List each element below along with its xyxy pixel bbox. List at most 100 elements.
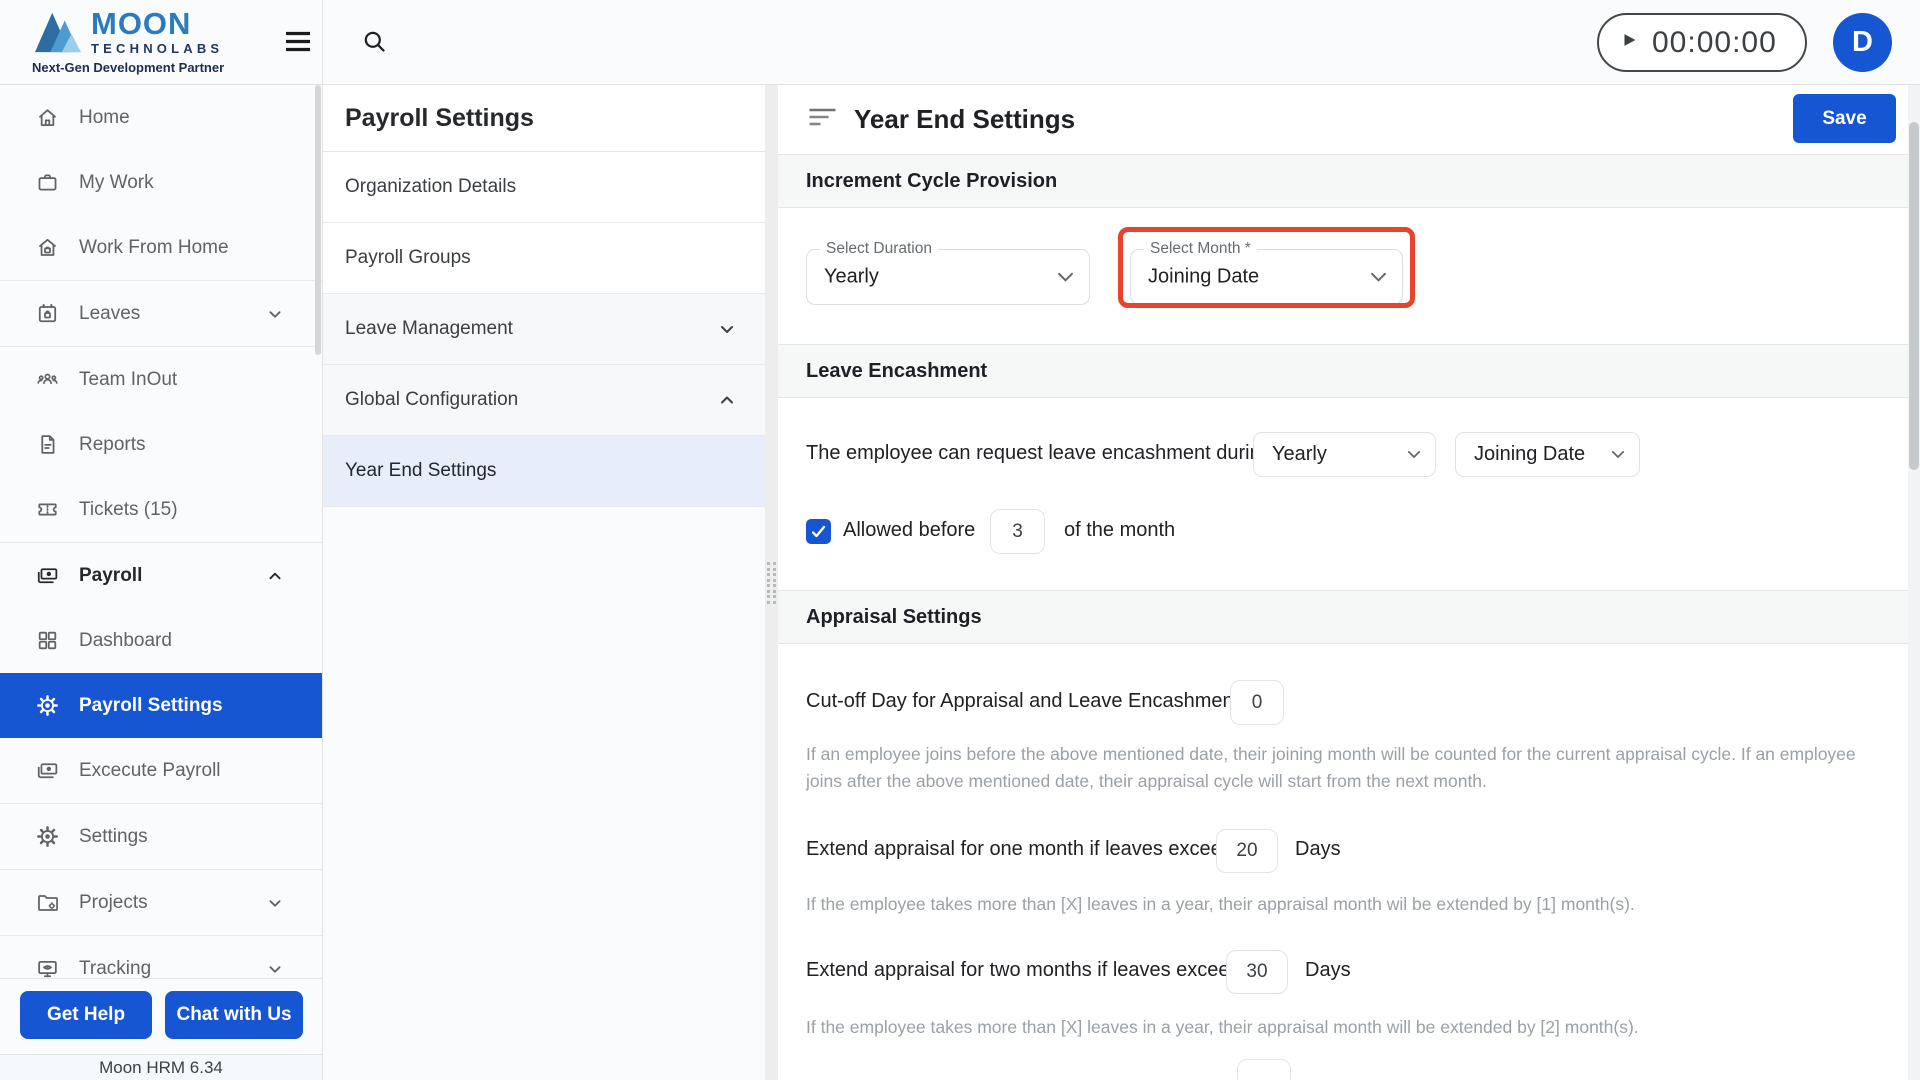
app-version-label: Moon HRM 6.34 [0,1054,322,1080]
encashment-period-value: Yearly [1272,443,1327,465]
sidebar-item-label: Dashboard [79,629,172,651]
allowed-before-input[interactable] [990,509,1045,554]
chevron-down-icon [1057,272,1074,283]
chevron-down-icon [264,892,286,914]
extend-one-label: Extend appraisal for one month if leaves… [806,838,1233,860]
sidebar-item-label: My Work [79,171,154,193]
sidebar-item-label: Projects [79,891,148,913]
chevron-down-icon [1611,450,1625,459]
panel-item-label: Year End Settings [345,460,497,481]
sidebar-item-home[interactable]: Home [0,85,322,150]
section-header-appraisal: Appraisal Settings [778,590,1908,644]
hamburger-menu-icon[interactable] [284,28,312,60]
panel-item-label: Global Configuration [345,389,519,410]
chevron-down-icon [1370,272,1387,283]
sidebar-item-label: Leaves [79,302,141,324]
sidebar-item-leaves[interactable]: Leaves [0,281,322,346]
sidebar-item-payroll[interactable]: Payroll [0,543,322,608]
search-icon[interactable] [361,28,388,60]
panel-item-global-configuration[interactable]: Global Configuration [323,365,765,436]
logo-tagline: Next-Gen Development Partner [32,60,225,75]
allowed-before-checkbox[interactable] [806,519,831,544]
partial-input[interactable] [1237,1059,1291,1080]
sidebar-item-work-from-home[interactable]: Work From Home [0,215,322,280]
user-avatar[interactable]: D [1833,13,1892,72]
timer-value: 00:00:00 [1652,25,1777,59]
sidebar-item-label: Reports [79,433,146,455]
page-title: Year End Settings [854,104,1076,134]
folder-gear-icon [34,890,60,916]
timer-widget[interactable]: 00:00:00 [1597,13,1807,72]
sidebar-item-settings[interactable]: Settings [0,804,322,869]
sidebar-item-label: Tickets (15) [79,498,178,520]
panel-resizer [765,85,778,1080]
allowed-before-suffix: of the month [1064,519,1176,541]
sidebar-scrollbar[interactable] [315,85,321,355]
play-icon[interactable] [1619,29,1639,56]
top-bar: MOON TECHNOLABS Next-Gen Development Par… [0,0,1920,85]
sidebar-item-dashboard[interactable]: Dashboard [0,608,322,673]
select-month-dropdown[interactable]: Select Month * Joining Date [1130,240,1403,305]
dashboard-icon [34,628,60,654]
chevron-down-icon [1407,450,1421,459]
document-icon [34,432,60,458]
logo-subtitle: TECHNOLABS [91,41,224,56]
extend-two-help-text: If the employee takes more than [X] leav… [806,1017,1639,1037]
extend-two-label: Extend appraisal for two months if leave… [806,959,1241,981]
panel-item-label: Leave Management [345,318,513,339]
sort-lines-icon [808,107,837,132]
extend-two-input[interactable] [1226,950,1288,994]
save-button[interactable]: Save [1793,94,1896,143]
resizer-drag-handle[interactable] [767,562,776,604]
encashment-period-dropdown[interactable]: Yearly [1253,432,1436,477]
cutoff-day-input[interactable] [1230,680,1284,725]
avatar-initial: D [1852,26,1873,58]
chat-with-us-button[interactable]: Chat with Us [165,991,303,1039]
checkmark-icon [810,524,827,539]
ticket-icon [34,497,60,523]
cutoff-day-label: Cut-off Day for Appraisal and Leave Enca… [806,690,1240,712]
sidebar-item-tickets[interactable]: Tickets (15) [0,477,322,542]
calendar-bag-icon [34,301,60,327]
home-icon [34,105,60,131]
sidebar-item-label: Payroll Settings [79,694,223,716]
extend-two-unit: Days [1305,959,1351,981]
panel-item-label: Payroll Groups [345,247,471,268]
panel-item-leave-management[interactable]: Leave Management [323,294,765,365]
sidebar-item-label: Team InOut [79,368,178,390]
extend-one-unit: Days [1295,838,1341,860]
extend-one-input[interactable] [1216,829,1278,873]
sidebar-item-label: Home [79,106,130,128]
sidebar-item-my-work[interactable]: My Work [0,150,322,215]
select-duration-label: Select Duration [820,240,938,258]
panel-item-payroll-groups[interactable]: Payroll Groups [323,223,765,294]
main-scrollbar-thumb[interactable] [1909,122,1919,470]
people-icon [34,367,60,393]
chevron-down-icon [715,317,739,341]
sidebar-item-excecute-payroll[interactable]: Excecute Payroll [0,738,322,803]
main-content: Year End Settings Save Increment Cycle P… [778,85,1908,1080]
select-month-value: Joining Date [1148,265,1260,288]
payroll-settings-panel: Payroll Settings Organization Details Pa… [323,85,765,1080]
sidebar-item-team-inout[interactable]: Team InOut [0,347,322,412]
encashment-date-dropdown[interactable]: Joining Date [1455,432,1640,477]
section-header-increment-cycle: Increment Cycle Provision [778,154,1908,208]
panel-item-year-end-settings[interactable]: Year End Settings [323,436,765,507]
sidebar-item-reports[interactable]: Reports [0,412,322,477]
logo-mountains-icon [33,8,83,61]
sidebar-item-payroll-settings[interactable]: Payroll Settings [0,673,322,738]
chevron-down-icon [264,303,286,325]
sidebar-nav: Home My Work Work From Home Leaves Team … [0,85,323,1080]
sidebar-item-projects[interactable]: Projects [0,870,322,935]
chevron-up-icon [715,388,739,412]
sidebar-item-label: Excecute Payroll [79,759,221,781]
encashment-request-label: The employee can request leave encashmen… [806,442,1272,464]
section-header-leave-encashment: Leave Encashment [778,344,1908,398]
panel-item-organization-details[interactable]: Organization Details [323,152,765,223]
select-duration-dropdown[interactable]: Select Duration Yearly [806,240,1090,305]
main-header: Year End Settings Save [778,85,1908,154]
logo-title: MOON [91,6,192,41]
get-help-button[interactable]: Get Help [20,991,152,1039]
panel-item-label: Organization Details [345,176,517,197]
main-scrollbar-track[interactable] [1908,85,1920,1080]
